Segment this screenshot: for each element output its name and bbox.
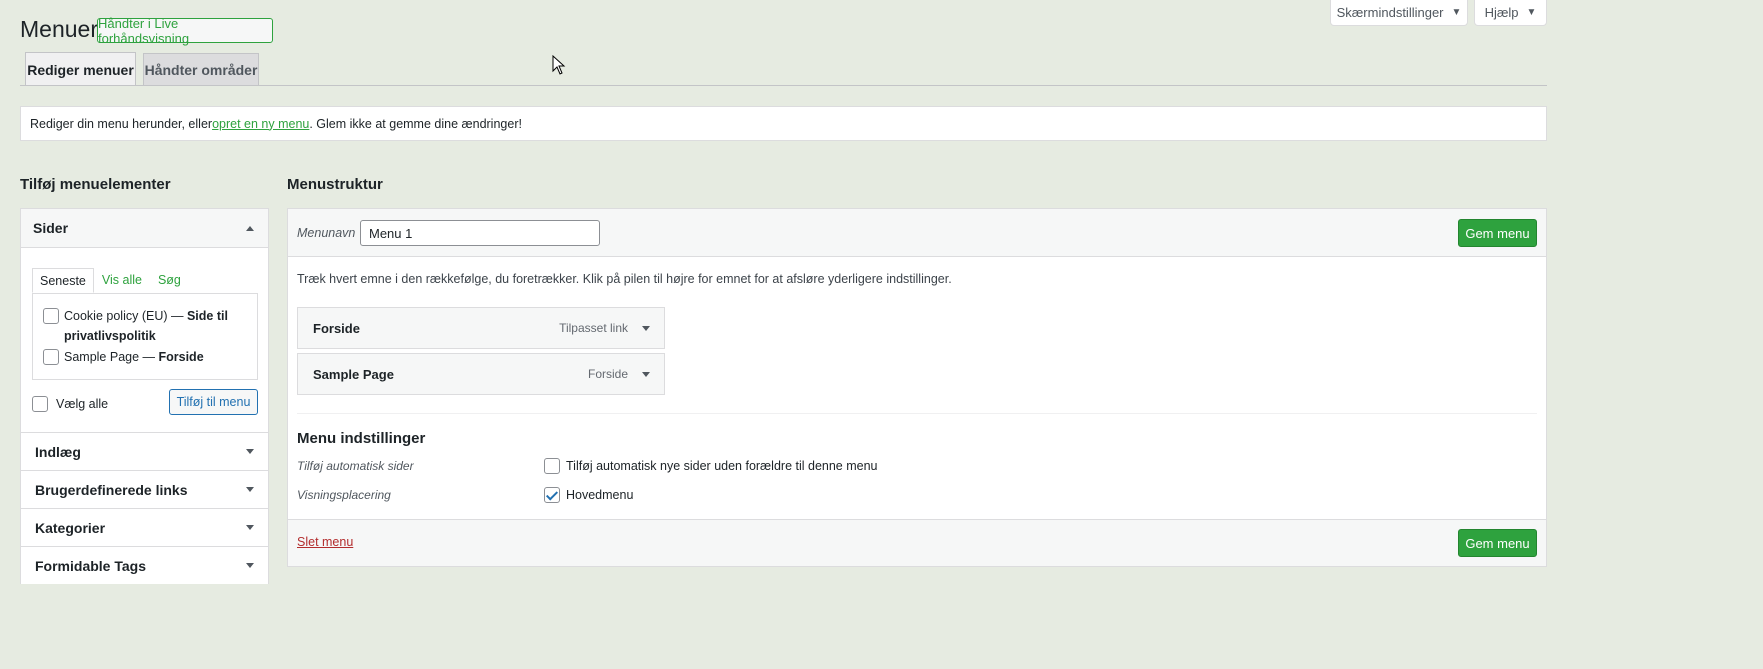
notice-text-after: . Glem ikke at gemme dine ændringer! xyxy=(309,116,522,131)
tab-view-all[interactable]: Vis alle xyxy=(94,267,150,292)
arrow-down-icon xyxy=(246,449,254,454)
tab-recent[interactable]: Seneste xyxy=(32,268,94,293)
tab-edit-menus[interactable]: Rediger menuer xyxy=(25,52,136,86)
page-label-suffix: Forside xyxy=(158,350,204,364)
list-item: Sample Page — Forside xyxy=(43,347,247,367)
section-posts[interactable]: Indlæg xyxy=(21,432,268,470)
section-custom-links[interactable]: Brugerdefinerede links xyxy=(21,470,268,508)
settings-divider xyxy=(297,413,1537,414)
caret-down-icon: ▼ xyxy=(1526,7,1537,18)
auto-add-option-label: Tilføj automatisk nye sider uden forældr… xyxy=(566,459,878,473)
menu-item-meta: Tilpasset link xyxy=(559,321,650,335)
page-label-wrapper: Sample Page — Forside xyxy=(64,347,204,367)
add-menu-items-heading: Tilføj menuelementer xyxy=(20,176,171,193)
menu-name-input[interactable] xyxy=(360,220,600,246)
menu-body: Træk hvert emne i den rækkefølge, du for… xyxy=(288,257,1546,519)
page-label: Cookie policy (EU) — xyxy=(64,309,187,323)
section-formidable-tags[interactable]: Formidable Tags xyxy=(21,546,268,584)
page-label: Sample Page — xyxy=(64,350,159,364)
live-preview-button[interactable]: Håndter i Live forhåndsvisning xyxy=(97,16,273,46)
notice-box: Rediger din menu herunder, eller opret e… xyxy=(20,106,1547,141)
select-all-checkbox[interactable] xyxy=(32,396,48,412)
auto-add-label: Tilføj automatisk sider xyxy=(297,459,414,473)
mouse-cursor-icon xyxy=(552,55,566,75)
arrow-down-icon xyxy=(246,525,254,530)
menu-editor-panel: Menunavn Gem menu Træk hvert emne i den … xyxy=(287,208,1547,567)
menu-item-title: Sample Page xyxy=(313,366,394,382)
location-checkbox[interactable] xyxy=(544,487,560,503)
arrow-down-icon xyxy=(246,487,254,492)
add-to-menu-button[interactable]: Tilføj til menu xyxy=(169,389,258,415)
create-new-menu-link[interactable]: opret en ny menu xyxy=(212,117,309,131)
pages-list: Cookie policy (EU) — Side til privatlivs… xyxy=(32,293,258,380)
menu-item-sample-page[interactable]: Sample Page Forside xyxy=(297,353,665,395)
pages-section-body: Seneste Vis alle Søg Cookie policy (EU) … xyxy=(21,248,268,432)
tab-search[interactable]: Søg xyxy=(150,267,189,292)
select-all-row[interactable]: Vælg alle xyxy=(32,396,108,412)
menu-structure-heading: Menustruktur xyxy=(287,176,383,193)
menu-item-meta: Forside xyxy=(588,367,650,381)
add-items-panel: Sider Seneste Vis alle Søg Cookie policy… xyxy=(20,208,269,584)
section-title: Brugerdefinerede links xyxy=(35,481,188,498)
arrow-down-icon[interactable] xyxy=(642,325,650,331)
screen-options-button[interactable]: Skærmindstillinger ▼ xyxy=(1330,0,1468,26)
screen-options-label: Skærmindstillinger xyxy=(1336,5,1444,20)
menu-item-title: Forside xyxy=(313,320,360,336)
arrow-up-icon xyxy=(246,225,254,231)
save-menu-button-top[interactable]: Gem menu xyxy=(1458,219,1537,247)
arrow-down-icon xyxy=(246,563,254,568)
menu-item-type: Forside xyxy=(587,367,628,381)
tab-manage-locations[interactable]: Håndter områder xyxy=(143,53,259,85)
select-all-label: Vælg alle xyxy=(56,397,109,411)
page-title: Menuer xyxy=(20,16,98,42)
page-label-wrapper: Cookie policy (EU) — Side til privatlivs… xyxy=(64,306,247,346)
section-title: Indlæg xyxy=(35,443,81,460)
location-option-label: Hovedmenu xyxy=(566,488,634,502)
location-option[interactable]: Hovedmenu xyxy=(544,487,633,503)
pages-tabs: Seneste Vis alle Søg xyxy=(32,267,189,293)
save-menu-button-bottom[interactable]: Gem menu xyxy=(1458,529,1537,557)
menu-instructions: Træk hvert emne i den rækkefølge, du for… xyxy=(297,272,952,286)
pages-section-header[interactable]: Sider xyxy=(21,209,268,248)
tabs-divider xyxy=(20,85,1547,86)
pages-section-title: Sider xyxy=(33,220,69,236)
menu-footer-bar: Slet menu Gem menu xyxy=(288,519,1546,566)
menu-settings-heading: Menu indstillinger xyxy=(297,430,426,447)
menu-name-label: Menunavn xyxy=(297,226,356,240)
menu-header-bar: Menunavn Gem menu xyxy=(288,209,1546,257)
menu-item-forside[interactable]: Forside Tilpasset link xyxy=(297,307,665,349)
auto-add-option[interactable]: Tilføj automatisk nye sider uden forældr… xyxy=(544,458,878,474)
notice-text-before: Rediger din menu herunder, eller xyxy=(30,116,213,131)
arrow-down-icon[interactable] xyxy=(642,371,650,377)
section-title: Kategorier xyxy=(35,519,106,536)
page-checkbox[interactable] xyxy=(43,308,59,324)
help-label: Hjælp xyxy=(1484,5,1519,20)
page-checkbox[interactable] xyxy=(43,349,59,365)
section-categories[interactable]: Kategorier xyxy=(21,508,268,546)
delete-menu-link[interactable]: Slet menu xyxy=(297,535,353,549)
section-title: Formidable Tags xyxy=(35,557,146,574)
location-label: Visningsplacering xyxy=(297,488,391,502)
help-button[interactable]: Hjælp ▼ xyxy=(1474,0,1547,26)
list-item: Cookie policy (EU) — Side til privatlivs… xyxy=(43,306,247,346)
menu-item-type: Tilpasset link xyxy=(559,321,628,335)
caret-down-icon: ▼ xyxy=(1451,7,1462,18)
auto-add-checkbox[interactable] xyxy=(544,458,560,474)
